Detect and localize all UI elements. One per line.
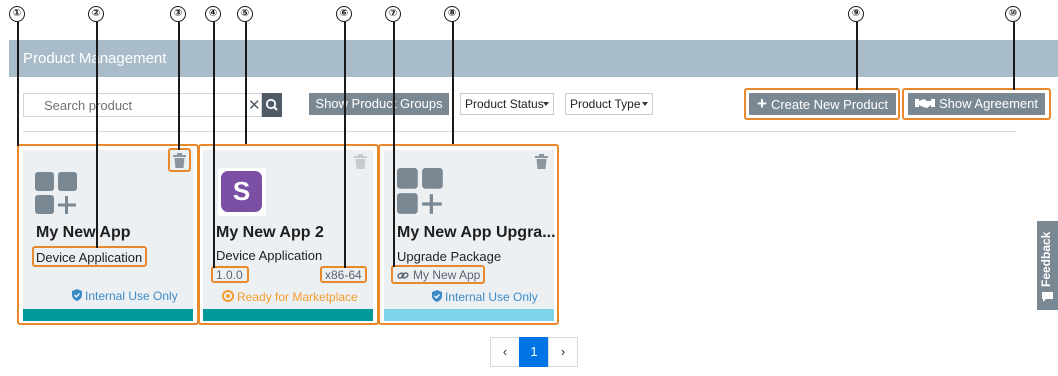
product-status-dropdown[interactable]: Product Status bbox=[460, 93, 554, 115]
pagination-next-button[interactable]: › bbox=[548, 337, 578, 367]
highlight-version bbox=[211, 266, 249, 283]
pagination-prev-button[interactable]: ‹ bbox=[490, 337, 520, 367]
chevron-down-icon bbox=[543, 102, 549, 106]
callout-line bbox=[245, 22, 247, 144]
page-title: Product Management bbox=[23, 50, 167, 67]
callout-number: ① bbox=[9, 6, 25, 22]
callout-line bbox=[96, 22, 98, 248]
highlight-agreement bbox=[902, 88, 1051, 120]
callout-line bbox=[452, 22, 454, 144]
callout-number: ⑨ bbox=[848, 6, 864, 22]
callout-number: ⑧ bbox=[444, 6, 460, 22]
show-product-groups-button[interactable]: Show Product Groups bbox=[309, 93, 449, 115]
feedback-tab[interactable]: Feedback bbox=[1037, 221, 1058, 310]
chevron-down-icon bbox=[642, 102, 648, 106]
callout-line bbox=[1013, 22, 1015, 90]
callout-number: ⑦ bbox=[385, 6, 401, 22]
callout-number: ⑩ bbox=[1005, 6, 1021, 22]
callout-line bbox=[344, 22, 346, 268]
callout-line bbox=[393, 22, 395, 267]
callout-line bbox=[856, 22, 858, 90]
search-button[interactable] bbox=[262, 93, 282, 117]
highlight-type bbox=[32, 246, 147, 267]
callout-number: ⑥ bbox=[336, 6, 352, 22]
highlight-card-3 bbox=[378, 144, 559, 325]
callout-number: ④ bbox=[205, 6, 221, 22]
feedback-label: Feedback bbox=[1039, 231, 1053, 287]
search-input[interactable] bbox=[24, 94, 244, 116]
divider bbox=[23, 131, 1016, 132]
highlight-arch bbox=[320, 266, 367, 283]
product-type-dropdown[interactable]: Product Type bbox=[565, 93, 653, 115]
callout-number: ⑤ bbox=[237, 6, 253, 22]
chat-bubble-icon bbox=[1042, 292, 1053, 302]
highlight-card-2 bbox=[198, 144, 379, 325]
callout-number: ② bbox=[88, 6, 104, 22]
highlight-delete bbox=[168, 148, 191, 172]
product-status-label: Product Status bbox=[465, 97, 544, 111]
callout-line bbox=[17, 22, 19, 146]
callout-number: ③ bbox=[170, 6, 186, 22]
highlight-linked-app bbox=[391, 265, 485, 284]
search-icon bbox=[265, 98, 278, 111]
clear-icon[interactable]: ✕ bbox=[248, 96, 261, 114]
callout-line bbox=[178, 22, 180, 150]
product-type-label: Product Type bbox=[570, 97, 641, 111]
pagination-page-1[interactable]: 1 bbox=[519, 337, 549, 367]
search-box[interactable]: ✕ bbox=[23, 93, 262, 117]
callout-line bbox=[213, 22, 215, 268]
highlight-create bbox=[744, 88, 900, 120]
header-bar: Product Management bbox=[9, 40, 1058, 77]
